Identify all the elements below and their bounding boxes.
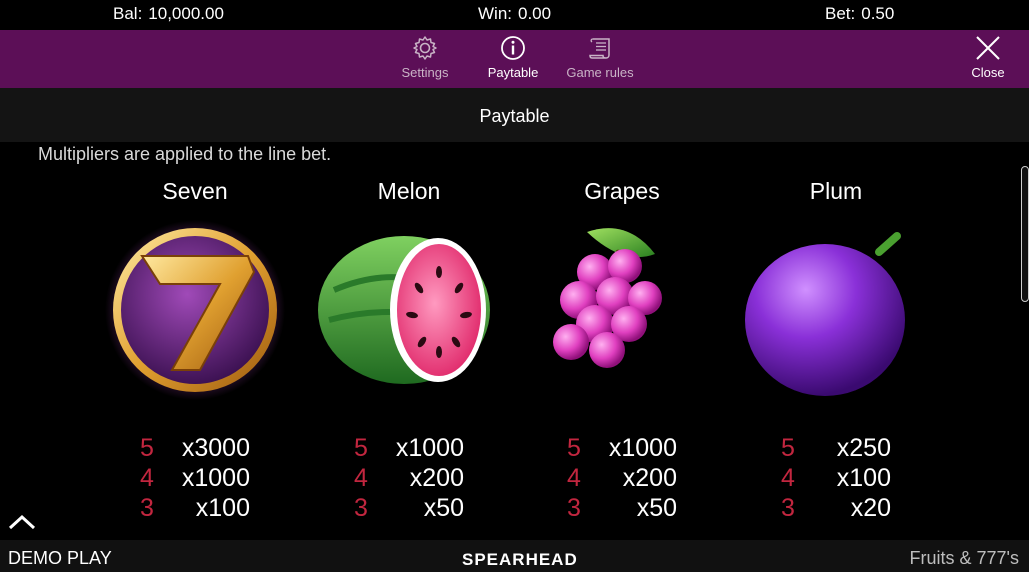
paytable-values: 5 x250 4 x100 3 x20 — [741, 434, 931, 524]
footer-bar: DEMO PLAY SPEARHEAD Fruits & 777's — [0, 540, 1029, 572]
pay-row: 3 x100 — [100, 494, 290, 524]
pay-row: 3 x50 — [314, 494, 504, 524]
page-title: Paytable — [0, 88, 1029, 142]
pay-multiplier: x100 — [195, 494, 250, 522]
pay-row: 4 x200 — [527, 464, 717, 494]
pay-multiplier: x50 — [636, 494, 677, 522]
pay-multiplier: x250 — [836, 434, 891, 462]
game-name: Fruits & 777's — [909, 548, 1019, 568]
symbol-melon: Melon 5 x1000 4 x200 3 x50 — [314, 178, 504, 522]
seven-icon — [105, 220, 285, 400]
win-label: Win: — [478, 4, 512, 23]
symbol-seven: Seven 5 x3000 4 x1000 3 x100 — [100, 178, 290, 522]
pay-row: 3 x50 — [527, 494, 717, 524]
symbol-name: Plum — [809, 178, 863, 204]
close-label: Close — [971, 65, 1005, 80]
close-button[interactable]: Close — [943, 35, 1029, 80]
bet-value: 0.50 — [861, 4, 895, 23]
pay-row: 5 x1000 — [527, 434, 717, 464]
gear-icon — [413, 36, 437, 60]
pay-multiplier: x1000 — [395, 434, 464, 462]
game-rules-label: Game rules — [566, 65, 634, 80]
pay-row: 4 x200 — [314, 464, 504, 494]
status-bar: Bal: 10,000.00 Win: 0.00 Bet: 0.50 — [0, 0, 1029, 30]
paytable-values: 5 x3000 4 x1000 3 x100 — [100, 434, 290, 524]
pay-multiplier: x3000 — [181, 434, 250, 462]
info-icon — [501, 36, 525, 60]
pay-row: 5 x250 — [741, 434, 931, 464]
paytable-values: 5 x1000 4 x200 3 x50 — [527, 434, 717, 524]
win-value: 0.00 — [518, 4, 552, 23]
win-display: Win: 0.00 — [478, 4, 551, 24]
pay-row: 5 x3000 — [100, 434, 290, 464]
settings-label: Settings — [401, 65, 449, 80]
bet-label: Bet: — [825, 4, 856, 23]
paytable-values: 5 x1000 4 x200 3 x50 — [314, 434, 504, 524]
scroll-up-arrow-icon[interactable] — [8, 512, 36, 532]
melon-icon — [318, 236, 490, 384]
paytable-label: Paytable — [487, 65, 539, 80]
pay-row: 3 x20 — [741, 494, 931, 524]
pay-multiplier: x1000 — [608, 434, 677, 462]
scroll-icon — [589, 38, 610, 59]
grapes-icon — [553, 228, 662, 368]
balance-value: 10,000.00 — [148, 4, 224, 23]
pay-row: 5 x1000 — [314, 434, 504, 464]
pay-multiplier: x200 — [409, 464, 464, 492]
balance-display: Bal: 10,000.00 — [113, 4, 224, 24]
brand-logo: SPEARHEAD — [462, 550, 578, 569]
balance-label: Bal: — [113, 4, 143, 23]
pay-multiplier: x200 — [622, 464, 677, 492]
pay-row: 4 x100 — [741, 464, 931, 494]
symbol-name: Seven — [162, 178, 228, 204]
scrollbar[interactable] — [1021, 166, 1029, 302]
pay-row: 4 x1000 — [100, 464, 290, 494]
symbol-plum: Plum 5 x250 4 x100 3 x20 — [741, 178, 931, 522]
settings-button[interactable]: Settings — [380, 35, 470, 80]
game-rules-button[interactable]: Game rules — [555, 35, 645, 80]
pay-multiplier: x100 — [836, 464, 891, 492]
menu-bar: Settings Paytable Game rules Close — [0, 30, 1029, 88]
bet-display: Bet: 0.50 — [825, 4, 894, 24]
symbol-grapes: Grapes 5 x1000 4 x200 3 x50 — [527, 178, 717, 522]
paytable-tab[interactable]: Paytable — [468, 35, 558, 80]
close-icon — [976, 36, 1000, 60]
paytable-content: Multipliers are applied to the line bet.… — [0, 142, 1029, 540]
demo-play-label: DEMO PLAY — [8, 548, 112, 568]
plum-icon — [745, 232, 905, 396]
intro-text: Multipliers are applied to the line bet. — [38, 144, 332, 164]
pay-multiplier: x1000 — [181, 464, 250, 492]
pay-multiplier: x20 — [850, 494, 891, 522]
symbol-name: Melon — [377, 178, 441, 204]
pay-multiplier: x50 — [423, 494, 464, 522]
symbol-name: Grapes — [584, 178, 660, 204]
